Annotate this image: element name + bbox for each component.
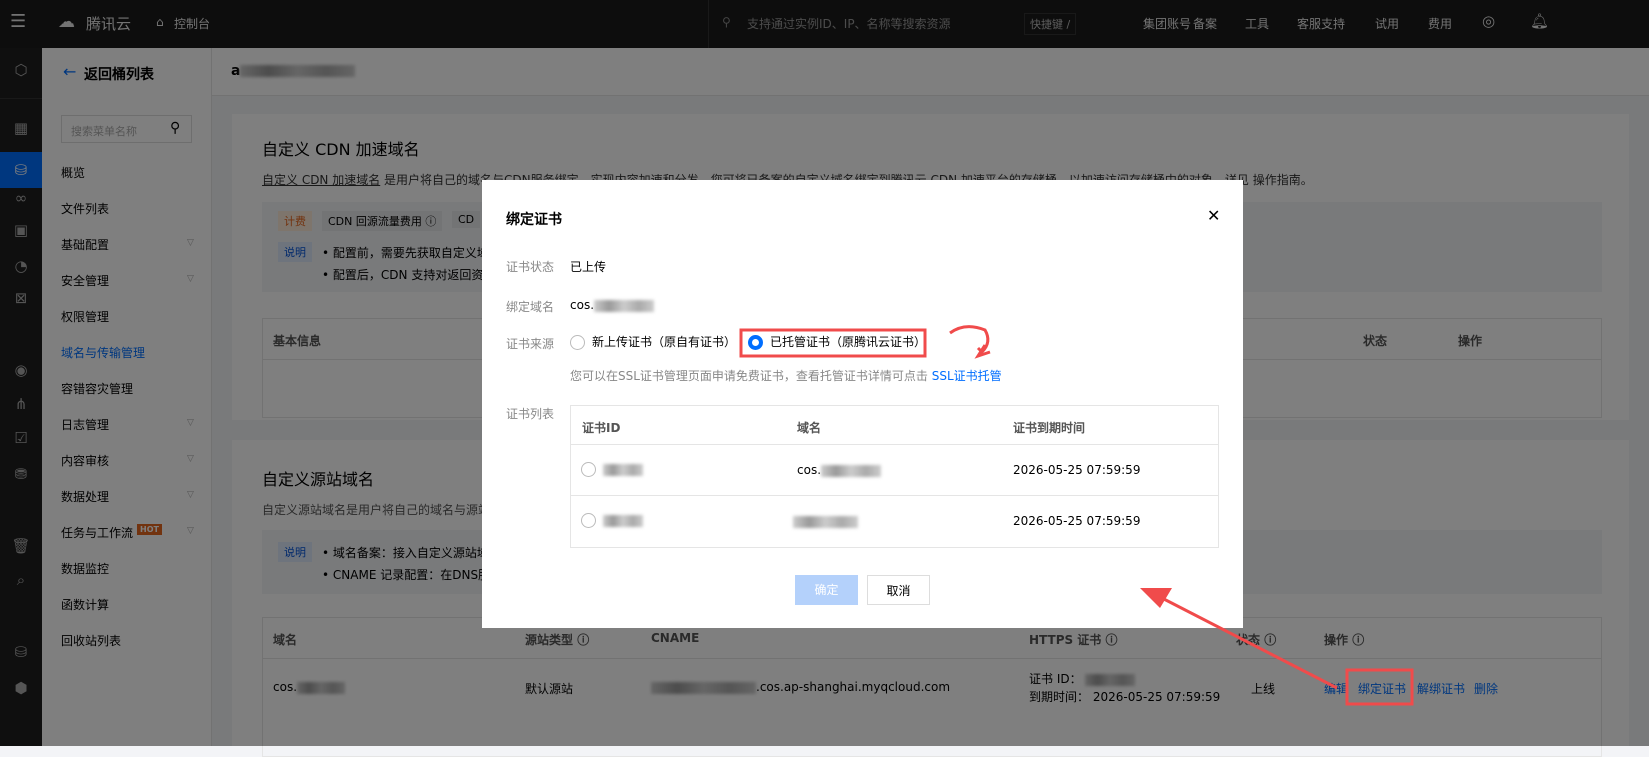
- highlight-box-hosted-option: [739, 328, 927, 358]
- pointer-arrow-icon: [1157, 594, 1338, 690]
- highlight-box-bind-link: [1345, 668, 1414, 706]
- annotation-overlay: [739, 325, 1414, 706]
